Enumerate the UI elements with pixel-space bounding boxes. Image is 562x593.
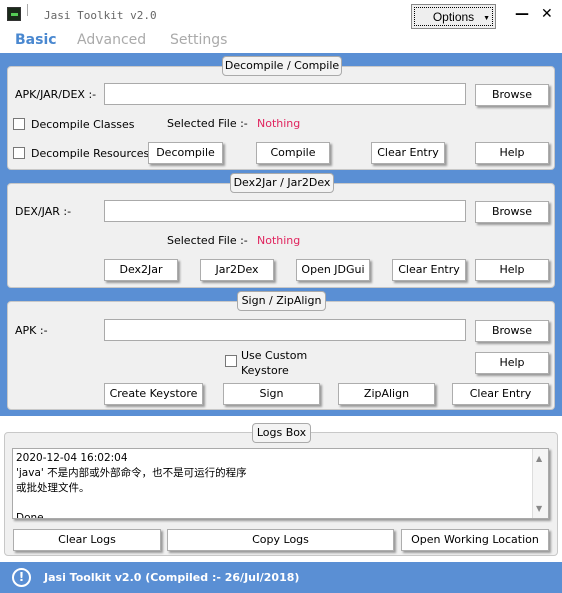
minimize-button[interactable]: — <box>515 6 529 22</box>
options-dropdown[interactable]: Options ▼ <box>411 4 496 29</box>
dex-selected-file-label: Selected File :- <box>167 234 248 247</box>
dex-jar-label: DEX/JAR :- <box>15 205 72 218</box>
logs-textarea[interactable]: 2020-12-04 16:02:04 'java' 不是内部或外部命令，也不是… <box>12 448 549 519</box>
info-icon: ! <box>12 568 31 587</box>
window-title: Jasi Toolkit v2.0 <box>44 9 157 22</box>
decompile-resources-label: Decompile Resources <box>31 147 150 160</box>
chevron-down-icon: ▼ <box>483 15 490 22</box>
logs-group-title: Logs Box <box>252 423 311 443</box>
apk-label: APK :- <box>15 324 48 337</box>
apk-jar-dex-label: APK/JAR/DEX :- <box>15 88 97 101</box>
decompile-classes-checkbox[interactable] <box>13 118 25 130</box>
title-separator <box>27 4 28 16</box>
logs-content: 2020-12-04 16:02:04 'java' 不是内部或外部命令，也不是… <box>16 452 247 519</box>
sign-browse-button[interactable]: Browse <box>475 320 549 342</box>
jar2dex-button[interactable]: Jar2Dex <box>200 259 274 281</box>
compile-button[interactable]: Compile <box>256 142 330 164</box>
custom-keystore-label: Use Custom Keystore <box>241 349 308 377</box>
custom-keystore-checkbox[interactable] <box>225 355 237 367</box>
decompile-button[interactable]: Decompile <box>148 142 223 164</box>
create-keystore-button[interactable]: Create Keystore <box>104 383 203 405</box>
dex-group-title: Dex2Jar / Jar2Dex <box>230 173 334 193</box>
scroll-down-icon[interactable]: ▼ <box>536 501 542 516</box>
decompile-resources-checkbox[interactable] <box>13 147 25 159</box>
zipalign-button[interactable]: ZipAlign <box>338 383 435 405</box>
tab-advanced[interactable]: Advanced <box>77 32 146 48</box>
dex-jar-input[interactable] <box>104 200 466 222</box>
close-button[interactable]: ✕ <box>541 6 553 22</box>
copy-logs-button[interactable]: Copy Logs <box>167 529 394 551</box>
sign-group-title: Sign / ZipAlign <box>237 291 326 311</box>
apk-jar-dex-input[interactable] <box>104 83 466 105</box>
tab-basic[interactable]: Basic <box>15 32 57 48</box>
logs-scrollbar[interactable]: ▲ ▼ <box>532 449 548 518</box>
app-logo-icon <box>7 7 21 21</box>
decompile-clear-entry-button[interactable]: Clear Entry <box>371 142 445 164</box>
decompile-help-button[interactable]: Help <box>475 142 549 164</box>
decompile-group-title: Decompile / Compile <box>222 56 342 76</box>
sign-clear-entry-button[interactable]: Clear Entry <box>452 383 549 405</box>
tab-settings[interactable]: Settings <box>170 32 227 48</box>
dex-help-button[interactable]: Help <box>475 259 549 281</box>
status-bar: ! Jasi Toolkit v2.0 (Compiled :- 26/Jul/… <box>0 562 562 593</box>
selected-file-value: Nothing <box>257 117 301 130</box>
dex-browse-button[interactable]: Browse <box>475 201 549 223</box>
selected-file-label: Selected File :- <box>167 117 248 130</box>
open-jdgui-button[interactable]: Open JDGui <box>296 259 370 281</box>
status-text: Jasi Toolkit v2.0 (Compiled :- 26/Jul/20… <box>44 571 300 584</box>
dex-clear-entry-button[interactable]: Clear Entry <box>392 259 466 281</box>
sign-button[interactable]: Sign <box>223 383 320 405</box>
dex2jar-button[interactable]: Dex2Jar <box>104 259 178 281</box>
open-working-location-button[interactable]: Open Working Location <box>401 529 549 551</box>
apk-input[interactable] <box>104 319 466 341</box>
dex-selected-file-value: Nothing <box>257 234 301 247</box>
decompile-classes-label: Decompile Classes <box>31 118 135 131</box>
scroll-up-icon[interactable]: ▲ <box>536 451 542 466</box>
decompile-browse-button[interactable]: Browse <box>475 84 549 106</box>
sign-help-button[interactable]: Help <box>475 352 549 374</box>
clear-logs-button[interactable]: Clear Logs <box>13 529 161 551</box>
